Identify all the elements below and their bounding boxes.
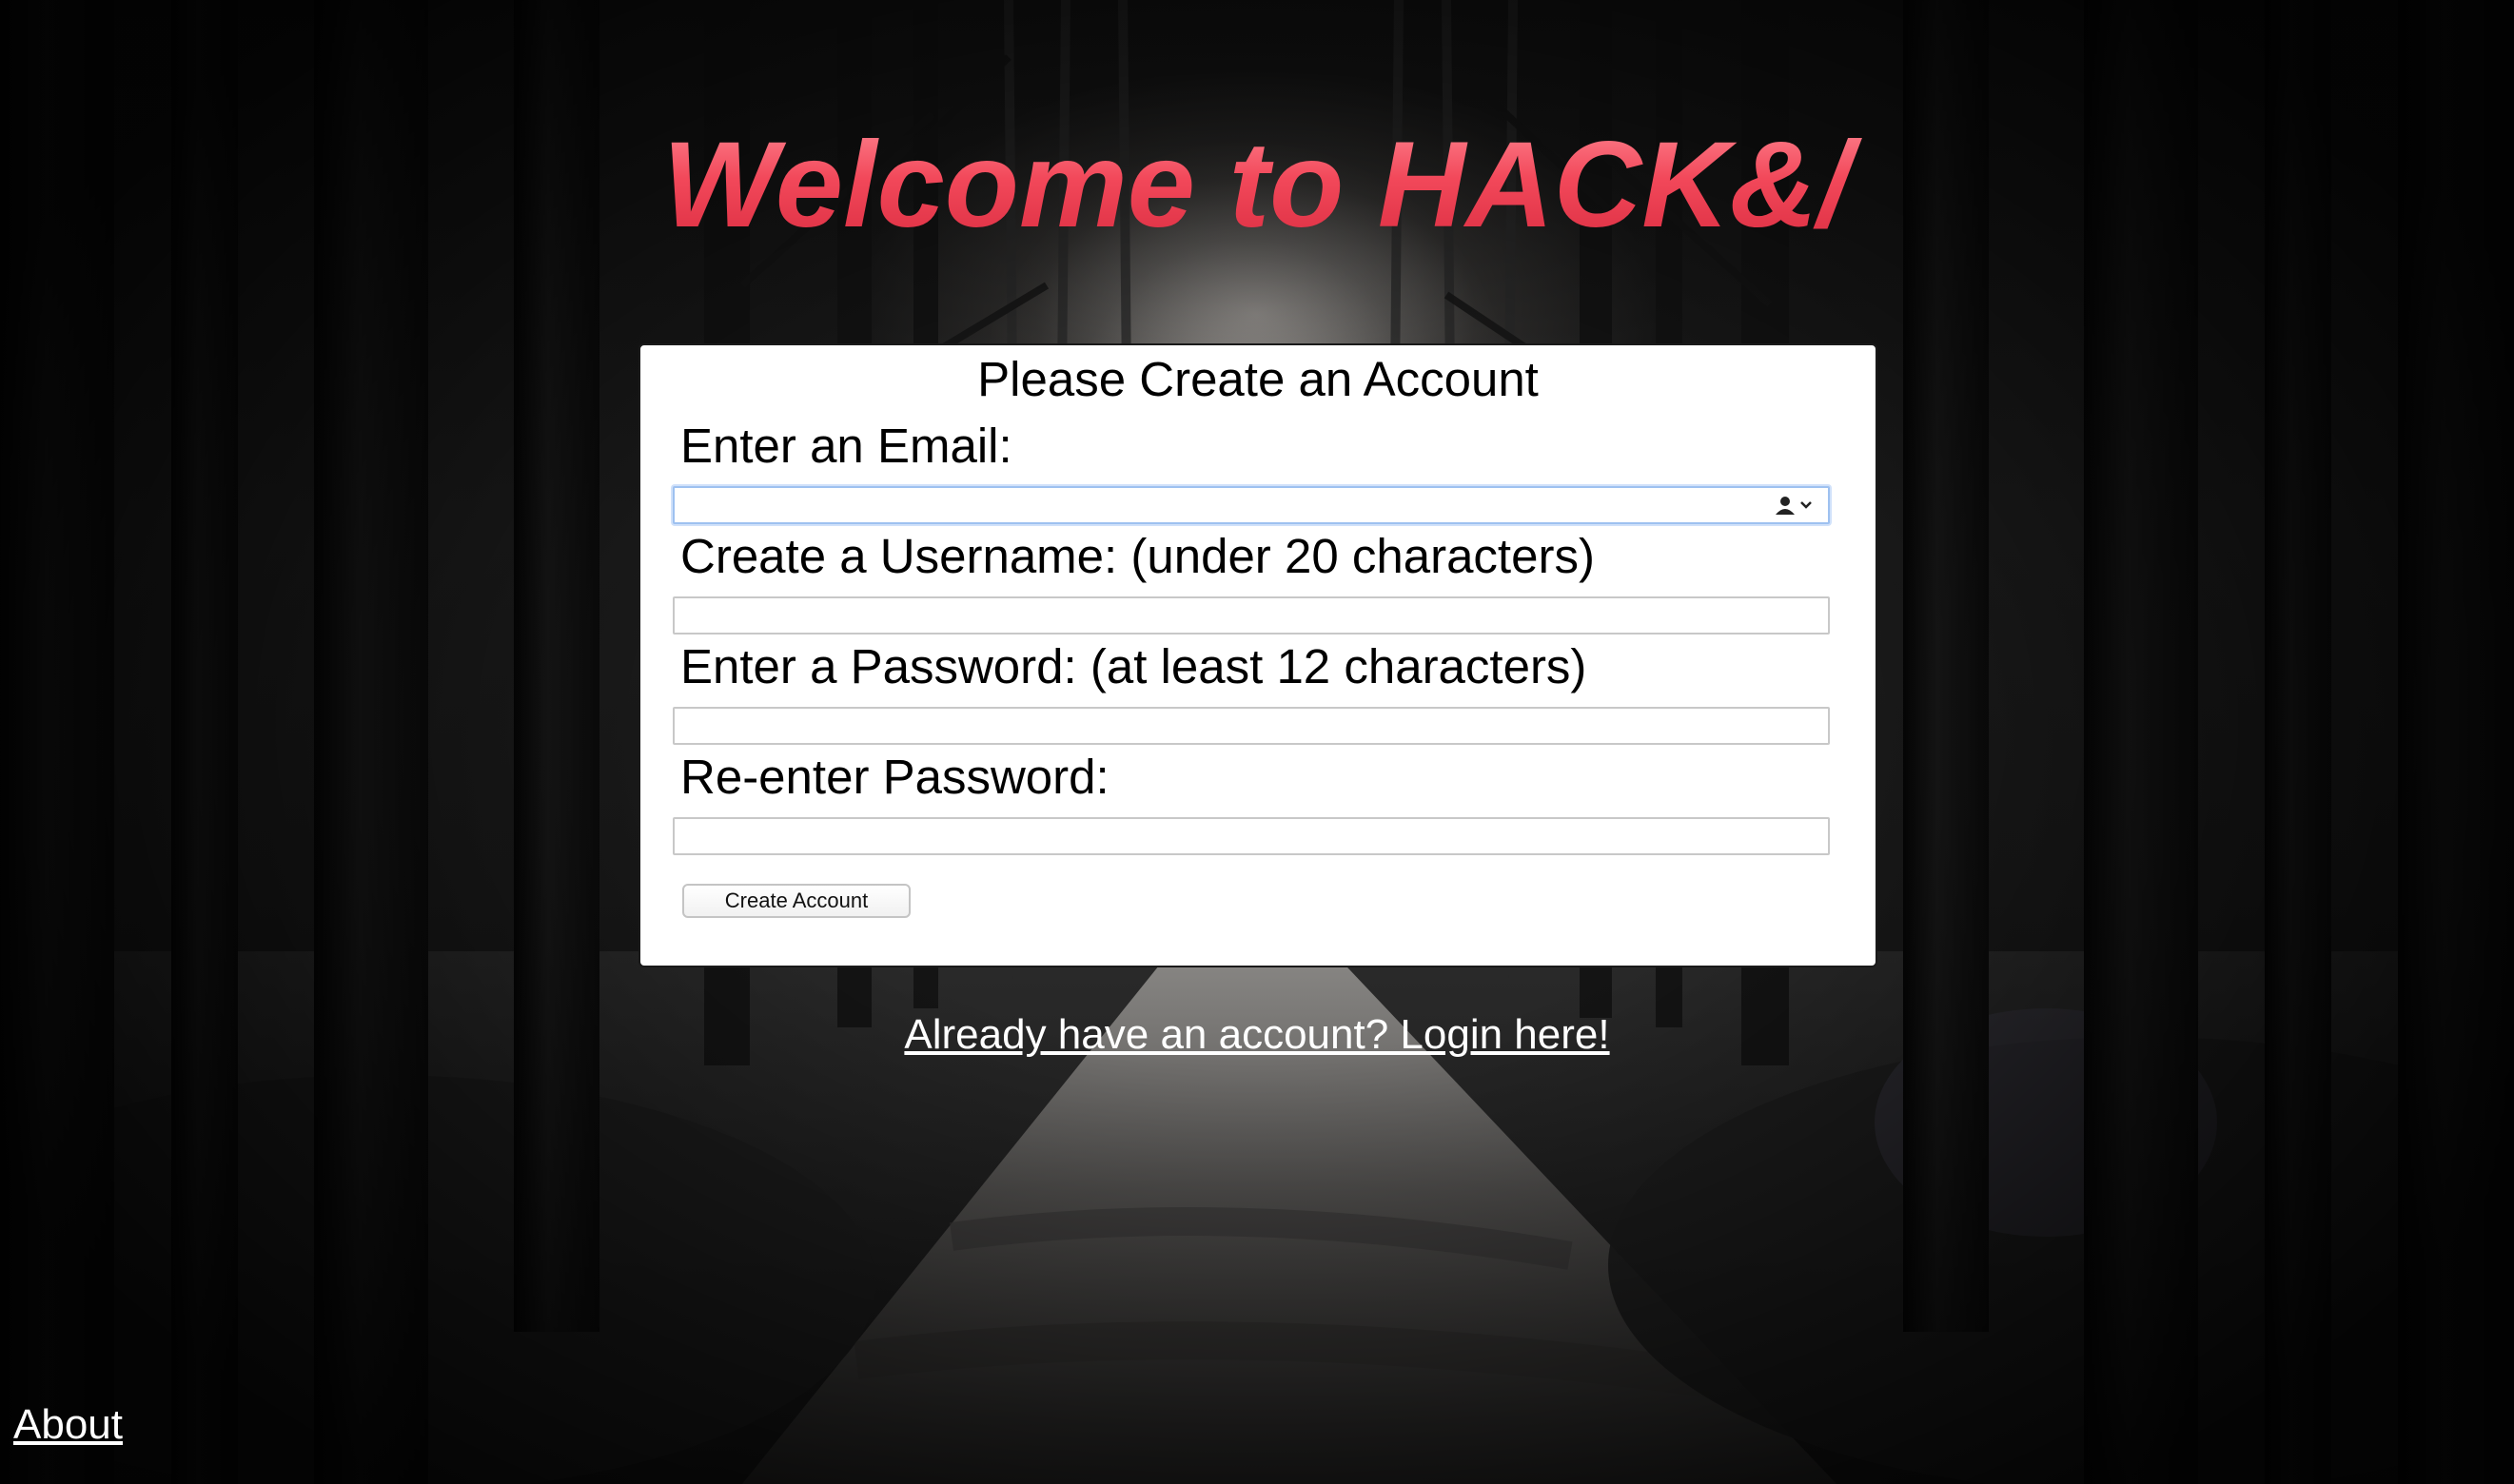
password-label: Enter a Password: (at least 12 character… bbox=[680, 639, 1587, 693]
create-account-form: Please Create an Account Enter an Email:… bbox=[638, 343, 1877, 967]
username-field[interactable] bbox=[673, 596, 1830, 635]
confirm-password-field[interactable] bbox=[673, 817, 1830, 855]
password-field[interactable] bbox=[673, 707, 1830, 745]
create-account-button[interactable]: Create Account bbox=[682, 884, 911, 918]
email-label: Enter an Email: bbox=[680, 419, 1012, 473]
email-field[interactable] bbox=[673, 486, 1830, 524]
login-link[interactable]: Already have an account? Login here! bbox=[0, 1006, 2514, 1064]
contact-autofill-icon[interactable] bbox=[1773, 494, 1818, 517]
username-label: Create a Username: (under 20 characters) bbox=[680, 529, 1595, 583]
confirm-password-label: Re-enter Password: bbox=[680, 750, 1110, 804]
page-headline: Welcome to HACK&/ bbox=[0, 114, 2514, 257]
form-title: Please Create an Account bbox=[977, 352, 1539, 406]
about-link[interactable]: About bbox=[13, 1396, 123, 1454]
